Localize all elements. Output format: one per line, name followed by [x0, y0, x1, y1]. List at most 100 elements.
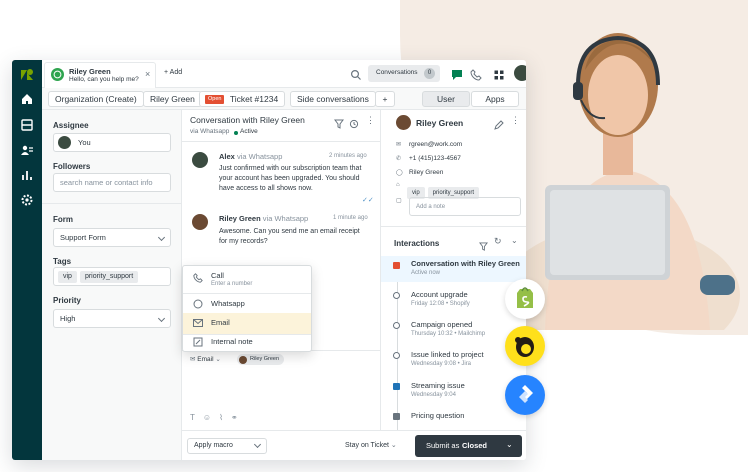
customer-avatar — [396, 115, 411, 130]
message-channel: via Whatsapp — [262, 214, 309, 223]
tag-priority-support[interactable]: priority_support — [79, 271, 139, 283]
menu-item-whatsapp[interactable]: Whatsapp — [183, 294, 311, 315]
agent-avatar[interactable] — [514, 65, 526, 81]
history-icon[interactable] — [349, 116, 361, 129]
more-options-icon[interactable]: ⋮ — [511, 115, 520, 126]
shopify-logo — [505, 279, 545, 319]
ticket-properties-panel: Assignee You Followers search name or co… — [42, 110, 182, 460]
phone-icon[interactable] — [470, 68, 482, 81]
add-side-conversation-button[interactable]: + — [375, 91, 395, 107]
interaction-title: Pricing question — [411, 411, 465, 420]
reporting-icon[interactable] — [20, 168, 34, 182]
message-line: your account has been upgraded. You shou… — [219, 175, 360, 182]
views-icon[interactable] — [20, 118, 34, 132]
app-window: Riley Green Hello, can you help me? × + … — [12, 60, 526, 460]
recipient-pill[interactable]: Riley Green — [237, 354, 285, 365]
zendesk-logo-icon[interactable] — [20, 68, 34, 82]
apply-macro-select[interactable]: Apply macro — [187, 438, 267, 454]
settings-gear-icon[interactable] — [20, 193, 34, 207]
assignee-field[interactable]: You — [53, 133, 171, 152]
tab-user[interactable]: User — [422, 91, 470, 107]
requester-button[interactable]: Riley Green — [143, 91, 202, 107]
note-icon: ▢ — [396, 198, 402, 204]
stay-on-ticket-label: Stay on Ticket — [345, 442, 389, 449]
filter-icon[interactable] — [334, 116, 346, 129]
priority-select[interactable]: High — [53, 309, 171, 328]
chevron-down-icon — [253, 440, 262, 449]
priority-label: Priority — [53, 296, 82, 305]
home-icon[interactable] — [20, 92, 34, 106]
menu-item-call[interactable]: Call Enter a number — [183, 268, 311, 292]
tab-apps[interactable]: Apps — [471, 91, 519, 107]
side-conversations-button[interactable]: Side conversations — [290, 91, 376, 107]
form-select[interactable]: Support Form — [53, 228, 171, 247]
followers-input[interactable]: search name or contact info — [53, 173, 171, 192]
ticket-toolbar: Organization (Create) Riley Green Open T… — [42, 88, 526, 110]
customer-email[interactable]: rgreen@work.com — [409, 141, 462, 148]
compose-toolbar: T☺⌇⚭ — [190, 413, 246, 422]
menu-item-internal-note[interactable]: Internal note — [183, 332, 311, 353]
ticket-tab[interactable]: Riley Green Hello, can you help me? × — [44, 62, 156, 88]
tab-last-message: Hello, can you help me? — [69, 76, 139, 83]
message-body: Awesome. Can you send me an email receip… — [219, 227, 379, 247]
timeline-dot — [393, 322, 400, 329]
timeline-dot — [393, 292, 400, 299]
add-tab-button[interactable]: + Add — [164, 69, 182, 76]
text-format-icon[interactable]: T — [190, 413, 203, 422]
search-icon[interactable] — [350, 68, 362, 80]
chevron-down-icon[interactable]: ⌄ — [511, 236, 518, 245]
apps-grid-icon[interactable] — [493, 68, 505, 80]
note-input[interactable]: Add a note — [409, 197, 521, 216]
conversations-button[interactable]: Conversations 0 — [368, 65, 440, 82]
ticket-icon — [393, 383, 400, 390]
message-author: Riley Green via Whatsapp — [219, 214, 308, 223]
interaction-subtitle: Thursday 10:32 • Mailchimp — [411, 331, 486, 337]
message-author-name: Alex — [219, 152, 235, 161]
close-tab-icon[interactable]: × — [145, 69, 150, 79]
attachment-icon[interactable]: ⌇ — [219, 413, 231, 422]
menu-item-label: Call — [211, 271, 224, 280]
customers-icon[interactable] — [20, 143, 34, 157]
customer-phone[interactable]: +1 (415)123-4567 — [409, 155, 461, 162]
chat-status-icon[interactable] — [451, 68, 463, 80]
ticket-icon — [393, 413, 400, 420]
menu-item-email[interactable]: Email — [183, 313, 311, 334]
assignee-avatar — [58, 136, 71, 149]
interaction-title: Account upgrade — [411, 290, 468, 299]
link-icon[interactable]: ⚭ — [231, 413, 246, 422]
tag-vip[interactable]: vip — [58, 271, 77, 283]
stay-on-ticket-select[interactable]: Stay on Ticket ⌄ — [345, 441, 397, 449]
ticket-button[interactable]: Open Ticket #1234 — [199, 91, 285, 107]
interaction-subtitle: Wednesday 9:08 • Jira — [411, 361, 472, 367]
form-label: Form — [53, 215, 73, 224]
read-receipt-icon: ✓✓ — [362, 197, 374, 204]
customer-name: Riley Green — [416, 118, 464, 128]
message-channel: via Whatsapp — [236, 152, 283, 161]
top-bar: Riley Green Hello, can you help me? × + … — [42, 60, 526, 88]
organization-button[interactable]: Organization (Create) — [48, 91, 144, 107]
message-author: Alex via Whatsapp — [219, 152, 282, 161]
tags-field[interactable]: vip priority_support — [53, 267, 171, 286]
filter-icon[interactable] — [479, 238, 491, 251]
refresh-icon[interactable]: ↻ — [494, 236, 502, 247]
emoji-icon[interactable]: ☺ — [203, 413, 219, 422]
menu-item-sublabel: Enter a number — [211, 281, 253, 287]
conversation-icon — [393, 262, 400, 269]
conversation-status: Active — [240, 128, 258, 135]
interaction-title: Issue linked to project — [411, 350, 484, 359]
submit-prefix: Submit as — [426, 441, 460, 450]
more-options-icon[interactable]: ⋮ — [366, 115, 375, 126]
mailchimp-logo — [505, 326, 545, 366]
conversation-channel: via Whatsapp — [190, 128, 230, 135]
message-body: Just confirmed with our subscription tea… — [219, 164, 379, 194]
mail-icon — [193, 318, 203, 328]
submit-button[interactable]: Submit as Closed ⌄ — [415, 435, 522, 457]
menu-item-label: Internal note — [211, 337, 253, 346]
edit-icon[interactable] — [494, 117, 506, 130]
interactions-title: Interactions — [394, 239, 440, 248]
riley-avatar — [192, 214, 208, 230]
followers-label: Followers — [53, 162, 91, 171]
chevron-down-icon — [157, 314, 166, 323]
bottom-action-bar: Apply macro Stay on Ticket ⌄ Submit as C… — [182, 430, 526, 460]
compose-channel-select[interactable]: ✉ Email ⌄ — [190, 355, 221, 363]
